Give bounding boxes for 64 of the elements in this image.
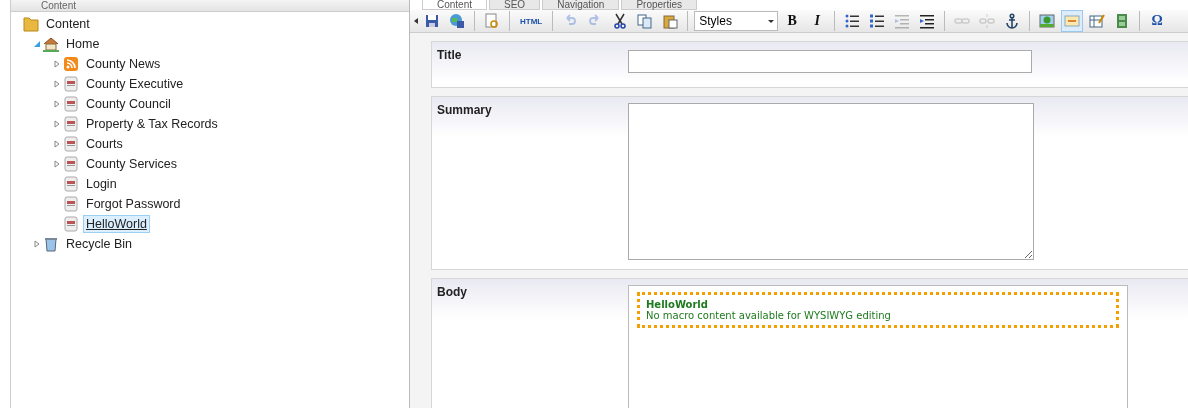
expand-arrow-icon[interactable]	[33, 240, 41, 248]
page-icon	[63, 116, 79, 132]
folder-icon	[23, 16, 39, 32]
macro-title: HelloWorld	[646, 299, 709, 310]
bulleted-list-icon	[844, 13, 861, 29]
caret-icon	[768, 19, 775, 23]
tree-item[interactable]: County News	[83, 55, 164, 73]
expand-arrow-icon[interactable]	[53, 100, 61, 108]
page-icon	[63, 76, 79, 92]
toolbar-button[interactable]: Ω	[1146, 10, 1169, 32]
expand-arrow-icon[interactable]	[53, 160, 61, 168]
body-editor[interactable]: HelloWorld No macro content available for WYSIWYG editing	[628, 285, 1128, 408]
globe-save-icon	[449, 13, 465, 29]
outdent-icon	[894, 13, 911, 29]
expand-arrow-icon[interactable]	[53, 140, 61, 148]
toolbar-button[interactable]: HTML	[516, 10, 547, 32]
home-icon	[43, 36, 59, 52]
page-icon	[63, 216, 79, 232]
tree-item[interactable]: Forgot Password	[83, 195, 184, 213]
tree-item[interactable]: Recycle Bin	[63, 235, 135, 253]
tree-item[interactable]: County Executive	[83, 75, 187, 93]
flash-object-button[interactable]	[1061, 10, 1084, 32]
expanded-arrow-icon[interactable]	[33, 40, 41, 48]
tree-item[interactable]: County Council	[83, 95, 174, 113]
tree-item[interactable]: Property & Tax Records	[83, 115, 221, 133]
styles-dropdown[interactable]: Styles	[694, 11, 779, 31]
copy-icon	[637, 13, 654, 29]
page-icon	[63, 156, 79, 172]
save-icon	[424, 13, 440, 29]
tree-item[interactable]: Content	[43, 15, 93, 33]
page-icon	[63, 96, 79, 112]
field-label: Title	[437, 48, 463, 64]
toolbar-button[interactable]: I	[806, 10, 829, 32]
page-icon	[63, 176, 79, 192]
numbered-list-icon	[869, 13, 886, 29]
scissors-icon	[612, 13, 629, 29]
field-label: Body	[437, 285, 468, 301]
field-label: Summary	[437, 103, 493, 119]
tree-item[interactable]: HelloWorld	[83, 215, 150, 233]
tree-item[interactable]: Courts	[83, 135, 126, 153]
page-icon	[63, 136, 79, 152]
unlink-icon	[979, 13, 996, 29]
preview-icon	[484, 13, 500, 29]
macro-message: No macro content available for WYSIWYG editing	[646, 310, 892, 321]
tree-item[interactable]: Home	[63, 35, 103, 53]
expand-arrow-icon[interactable]	[53, 60, 61, 68]
tree-item[interactable]: County Services	[83, 155, 180, 173]
recycle-bin-icon	[43, 236, 59, 252]
flash-object-icon	[1064, 13, 1081, 29]
anchor-icon	[1004, 13, 1021, 29]
paste-icon	[662, 13, 679, 29]
title-field[interactable]	[628, 50, 1032, 73]
indent-icon	[919, 13, 936, 29]
page-icon	[63, 196, 79, 212]
table-edit-icon	[1089, 13, 1106, 29]
tree-item[interactable]: Login	[83, 175, 120, 193]
panel-title: Content	[10, 0, 409, 12]
collapse-toolbar-icon[interactable]	[414, 18, 418, 24]
summary-field[interactable]	[628, 103, 1034, 260]
toolbar-button[interactable]: B	[781, 10, 804, 32]
image-icon	[1039, 13, 1056, 29]
expand-arrow-icon[interactable]	[53, 120, 61, 128]
expand-arrow-icon[interactable]	[53, 80, 61, 88]
rss-icon	[63, 56, 79, 72]
